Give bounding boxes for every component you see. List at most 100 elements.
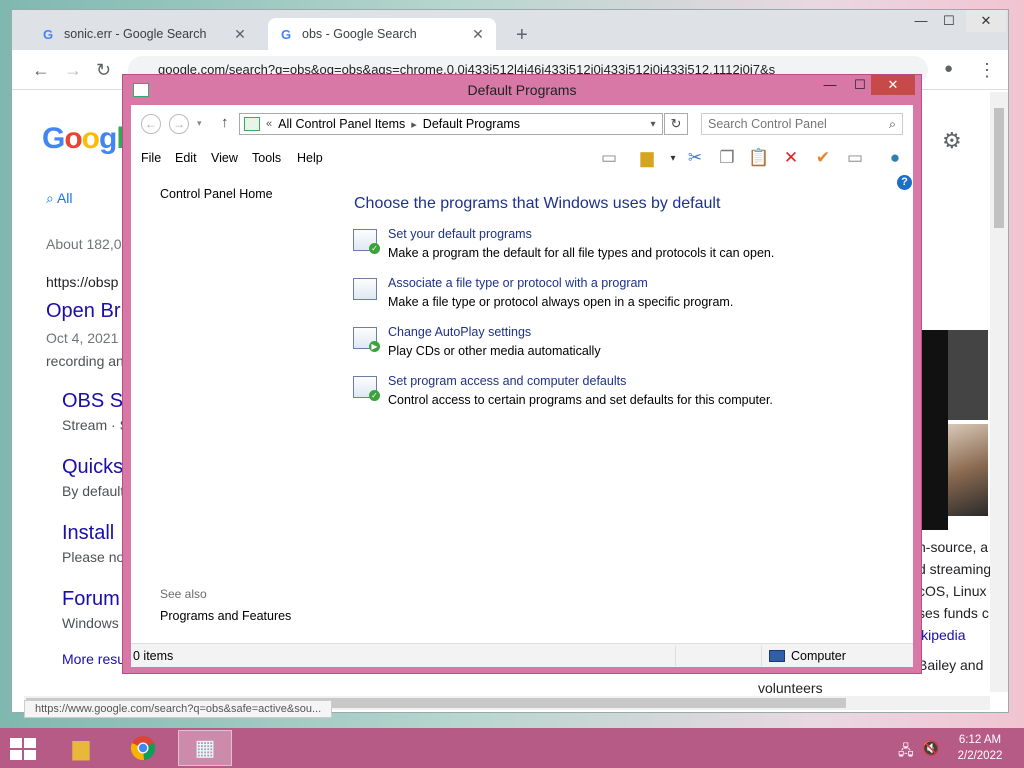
tab-label: sonic.err - Google Search [64,27,207,41]
close-window-icon[interactable]: ✕ [871,75,915,95]
file-explorer-icon[interactable]: ▆ [54,730,108,766]
google-favicon-icon: G [280,26,292,42]
minimize-icon[interactable]: — [906,10,936,32]
result-title[interactable]: OBS S [62,390,123,413]
address-row: ← → ▾ ↑ « All Control Panel Items ▸ Defa… [131,105,913,143]
control-panel-taskbar-icon[interactable]: ▦ [178,730,232,766]
recent-pages-chevron-icon[interactable]: ▾ [197,118,202,129]
result-snippet: Stream · S [62,417,129,433]
knowledge-image[interactable] [948,424,988,516]
task-link[interactable]: Associate a file type or protocol with a… [388,276,648,290]
result-snippet: Please no [62,549,125,565]
properties-check-icon[interactable]: ✔ [811,147,835,169]
reload-icon[interactable]: ↻ [96,60,111,81]
minimize-icon[interactable]: — [815,75,845,95]
menu-kebab-icon[interactable]: ⋮ [978,60,996,81]
paste-icon[interactable]: 📋 [747,147,771,169]
search-tab-all[interactable]: ⌕ All [46,190,73,207]
page-heading: Choose the programs that Windows uses by… [354,195,721,212]
control-panel-home-link[interactable]: Control Panel Home [160,187,273,201]
task-link[interactable]: Set your default programs [388,227,532,241]
menu-help[interactable]: Help [297,151,323,165]
knowledge-snippet: d streaming [918,561,992,577]
result-title[interactable]: Forum [62,588,120,611]
knowledge-image[interactable] [918,330,948,530]
system-clock[interactable]: 6:12 AM 2/2/2022 [948,732,1012,764]
breadcrumb-current[interactable]: Default Programs [423,117,520,131]
volume-muted-icon[interactable]: 🔇 [922,740,939,757]
task-associate-file-type[interactable]: Associate a file type or protocol with a… [353,276,893,316]
breadcrumb-separator-icon[interactable]: ▸ [411,118,417,131]
task-link[interactable]: Change AutoPlay settings [388,325,531,339]
browser-tab-obs[interactable]: G obs - Google Search ✕ [268,18,496,50]
result-title[interactable]: Install [62,522,114,545]
knowledge-snippet: cOS, Linux [918,583,987,599]
start-button[interactable] [10,738,38,760]
copy-icon[interactable]: ❐ [715,147,739,169]
default-programs-window: Default Programs — ☐ ✕ ← → ▾ ↑ « All Con… [122,74,922,674]
menu-tools[interactable]: Tools [252,151,281,165]
task-description: Make a file type or protocol always open… [388,295,734,309]
program-access-icon: ✓ [353,376,380,401]
new-tab-button[interactable]: + [516,24,528,47]
window-body: ← → ▾ ↑ « All Control Panel Items ▸ Defa… [131,105,913,667]
network-icon[interactable]: 🖧 [898,740,914,764]
breadcrumb-root[interactable]: All Control Panel Items [278,117,405,131]
menu-edit[interactable]: Edit [175,151,197,165]
result-title[interactable]: Quicks [62,456,123,479]
search-input[interactable]: Search Control Panel ⌕ [701,113,903,135]
status-divider [675,646,676,666]
default-programs-icon: ✓ [353,229,380,254]
computer-icon [769,650,785,662]
result-snippet: By default [62,483,125,499]
refresh-icon[interactable]: ↻ [664,113,688,135]
browser-tab-sonic[interactable]: G sonic.err - Google Search ✕ [30,18,258,50]
vertical-scroll-thumb[interactable] [994,108,1004,228]
task-program-access[interactable]: ✓ Set program access and computer defaul… [353,374,893,414]
status-divider [761,646,762,666]
result-title[interactable]: Open Br [46,300,120,323]
close-tab-icon[interactable]: ✕ [232,26,248,43]
folder-icon[interactable]: ▆ [635,147,659,169]
control-panel-icon [244,117,260,131]
more-results-link[interactable]: More resu [62,651,125,667]
autoplay-icon: ▶ [353,327,380,352]
back-icon[interactable]: ← [32,60,50,81]
search-icon[interactable]: ⌕ [889,114,896,134]
up-arrow-icon[interactable]: ↑ [221,114,229,131]
task-autoplay-settings[interactable]: ▶ Change AutoPlay settings Play CDs or o… [353,325,893,365]
internet-globe-icon[interactable]: ● [883,147,907,169]
task-description: Make a program the default for all file … [388,246,775,260]
profile-icon[interactable]: ● [944,60,953,77]
back-icon[interactable]: ← [141,114,161,134]
menu-bar: File Edit View Tools Help ▭ ▆ ▾ ✂ ❐ 📋 ✕ … [131,143,913,173]
wikipedia-link[interactable]: ikipedia [918,627,965,643]
task-set-default-programs[interactable]: ✓ Set your default programs Make a progr… [353,227,893,267]
delete-icon[interactable]: ✕ [779,147,803,169]
address-dropdown-icon[interactable]: ▾ [644,119,662,130]
result-url[interactable]: https://obsp [46,274,118,290]
breadcrumb-chevron-icon[interactable]: « [266,118,272,130]
preview-pane-icon[interactable]: ▭ [597,147,621,169]
menu-view[interactable]: View [211,151,238,165]
chrome-icon[interactable] [116,730,170,766]
forward-icon[interactable]: → [64,60,82,81]
rename-icon[interactable]: ▭ [843,147,867,169]
help-icon[interactable]: ? [897,175,912,190]
cut-icon[interactable]: ✂ [683,147,707,169]
folder-dropdown-icon[interactable]: ▾ [661,147,685,169]
forward-icon[interactable]: → [169,114,189,134]
google-logo[interactable]: Googl [42,122,125,156]
address-bar[interactable]: « All Control Panel Items ▸ Default Prog… [239,113,663,135]
settings-gear-icon[interactable]: ⚙ [942,128,962,154]
file-association-icon [353,278,377,300]
window-title-bar[interactable]: Default Programs — ☐ ✕ [123,75,921,105]
left-pane: Control Panel Home See also Programs and… [131,173,341,643]
close-window-icon[interactable]: ✕ [966,10,1006,32]
task-link[interactable]: Set program access and computer defaults [388,374,626,388]
menu-file[interactable]: File [141,151,161,165]
programs-and-features-link[interactable]: Programs and Features [160,609,291,623]
maximize-icon[interactable]: ☐ [934,10,964,32]
close-tab-icon[interactable]: ✕ [470,26,486,43]
knowledge-image[interactable] [948,330,988,420]
